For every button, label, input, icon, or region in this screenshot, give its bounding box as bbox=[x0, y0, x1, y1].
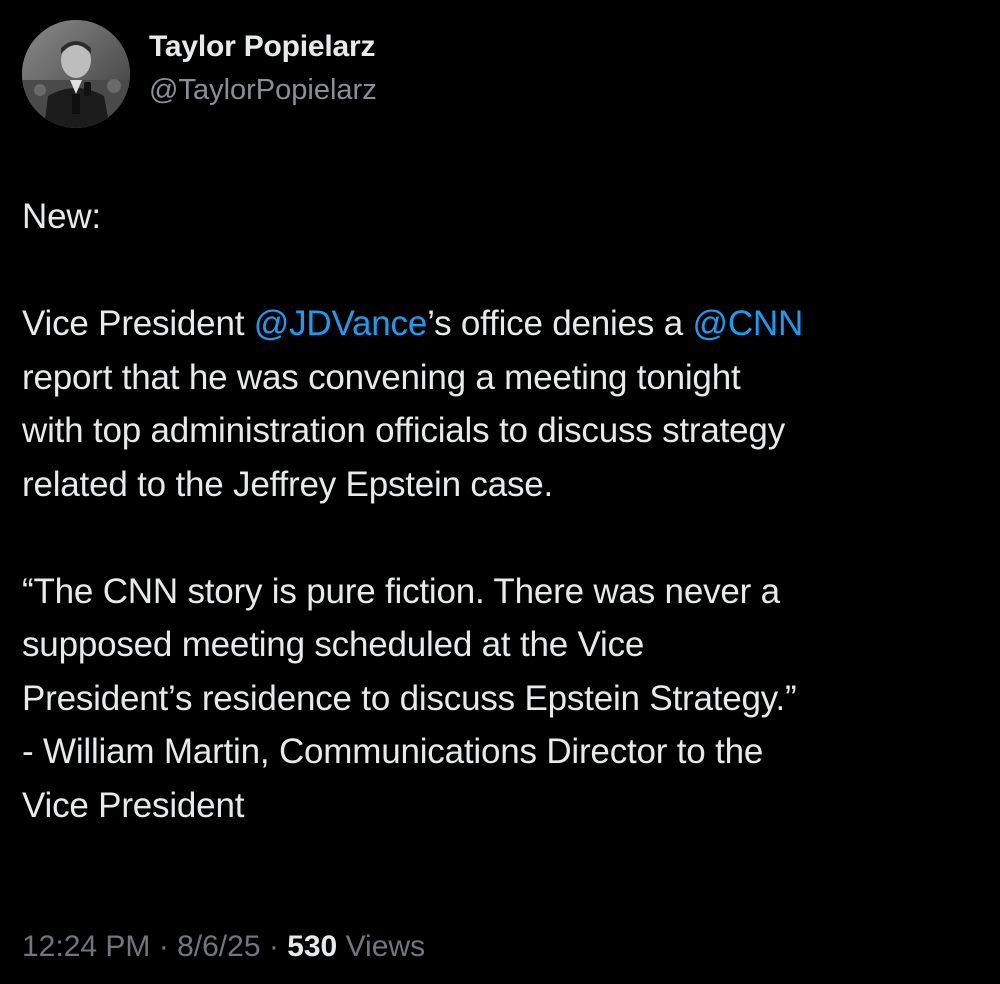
author-display-name[interactable]: Taylor Popielarz bbox=[149, 30, 377, 64]
views-label: Views bbox=[337, 930, 426, 963]
tweet-line: with top administration officials to dis… bbox=[22, 411, 785, 450]
tweet-line: report that he was convening a meeting t… bbox=[22, 357, 741, 397]
tweet-header: Taylor Popielarz @TaylorPopielarz bbox=[22, 20, 377, 128]
meta-separator: · bbox=[150, 930, 178, 963]
tweet-line: Vice President @JDVance’s office denies … bbox=[22, 297, 987, 351]
author-handle[interactable]: @TaylorPopielarz bbox=[149, 72, 377, 108]
tweet-line: related to the Jeffrey Epstein case. bbox=[22, 464, 554, 504]
quote-line: Vice President bbox=[22, 785, 245, 825]
tweet: Taylor Popielarz @TaylorPopielarz New: V… bbox=[0, 0, 1000, 984]
quote-line: “The CNN story is pure fiction. There wa… bbox=[22, 571, 780, 611]
tweet-meta: 12:24 PM · 8/6/25 · 530 Views bbox=[22, 927, 425, 967]
profile-photo-icon bbox=[22, 20, 130, 128]
tweet-text: New: Vice President @JDVance’s office de… bbox=[22, 190, 987, 832]
mention-cnn-link[interactable]: @CNN bbox=[693, 304, 804, 343]
text-segment: ’s office denies a bbox=[427, 304, 693, 343]
meta-separator: · bbox=[260, 930, 288, 963]
text-segment: Vice President bbox=[22, 304, 254, 343]
views-count[interactable]: 530 bbox=[287, 930, 337, 963]
quote-line: supposed meeting scheduled at the Vice bbox=[22, 625, 645, 664]
avatar[interactable] bbox=[22, 20, 130, 128]
author-names: Taylor Popielarz @TaylorPopielarz bbox=[149, 30, 377, 108]
mention-jdvance-link[interactable]: @JDVance bbox=[254, 304, 428, 343]
tweet-time[interactable]: 12:24 PM bbox=[22, 930, 150, 963]
quote-line: President’s residence to discuss Epstein… bbox=[22, 678, 797, 718]
quote-line: - William Martin, Communications Directo… bbox=[22, 732, 764, 771]
tweet-intro: New: bbox=[22, 197, 101, 236]
tweet-date[interactable]: 8/6/25 bbox=[177, 930, 260, 963]
